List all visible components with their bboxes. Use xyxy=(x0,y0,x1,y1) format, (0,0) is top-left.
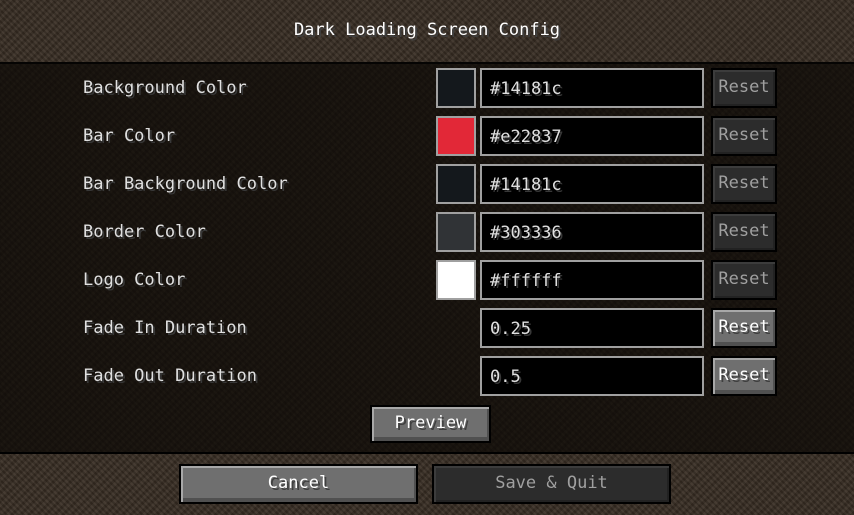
background-color-swatch xyxy=(436,68,476,108)
background-color-reset-button[interactable]: Reset xyxy=(711,68,777,108)
border-color-input[interactable]: #303336 xyxy=(480,212,704,252)
logo-color-reset-button[interactable]: Reset xyxy=(711,260,777,300)
fade-in-duration-input[interactable]: 0.25 xyxy=(480,308,704,348)
config-row-fade-in-duration: Fade In Duration 0.25 Reset xyxy=(0,308,854,348)
fade-out-duration-reset-button[interactable]: Reset xyxy=(711,356,777,396)
config-row-bar-color: Bar Color #e22837 Reset xyxy=(0,116,854,156)
bar-background-color-label: Bar Background Color xyxy=(83,174,288,194)
logo-color-input[interactable]: #ffffff xyxy=(480,260,704,300)
fade-out-duration-label: Fade Out Duration xyxy=(83,366,257,386)
config-row-fade-out-duration: Fade Out Duration 0.5 Reset xyxy=(0,356,854,396)
background-color-label: Background Color xyxy=(83,78,247,98)
fade-out-duration-input[interactable]: 0.5 xyxy=(480,356,704,396)
bar-background-color-reset-button[interactable]: Reset xyxy=(711,164,777,204)
border-color-reset-button[interactable]: Reset xyxy=(711,212,777,252)
bar-color-swatch xyxy=(436,116,476,156)
border-color-label: Border Color xyxy=(83,222,206,242)
config-row-bar-background-color: Bar Background Color #14181c Reset xyxy=(0,164,854,204)
bar-background-color-swatch xyxy=(436,164,476,204)
bar-color-input[interactable]: #e22837 xyxy=(480,116,704,156)
fade-in-duration-label: Fade In Duration xyxy=(83,318,247,338)
logo-color-swatch xyxy=(436,260,476,300)
bar-color-label: Bar Color xyxy=(83,126,176,146)
save-and-quit-button[interactable]: Save & Quit xyxy=(432,464,671,504)
border-color-swatch xyxy=(436,212,476,252)
page-title: Dark Loading Screen Config xyxy=(293,20,561,40)
preview-button[interactable]: Preview xyxy=(370,405,491,443)
cancel-button[interactable]: Cancel xyxy=(179,464,418,504)
fade-in-duration-reset-button[interactable]: Reset xyxy=(711,308,777,348)
config-row-logo-color: Logo Color #ffffff Reset xyxy=(0,260,854,300)
bar-color-reset-button[interactable]: Reset xyxy=(711,116,777,156)
config-row-border-color: Border Color #303336 Reset xyxy=(0,212,854,252)
background-color-input[interactable]: #14181c xyxy=(480,68,704,108)
bar-background-color-input[interactable]: #14181c xyxy=(480,164,704,204)
logo-color-label: Logo Color xyxy=(83,270,186,290)
footer-band xyxy=(0,452,854,515)
config-row-background-color: Background Color #14181c Reset xyxy=(0,68,854,108)
